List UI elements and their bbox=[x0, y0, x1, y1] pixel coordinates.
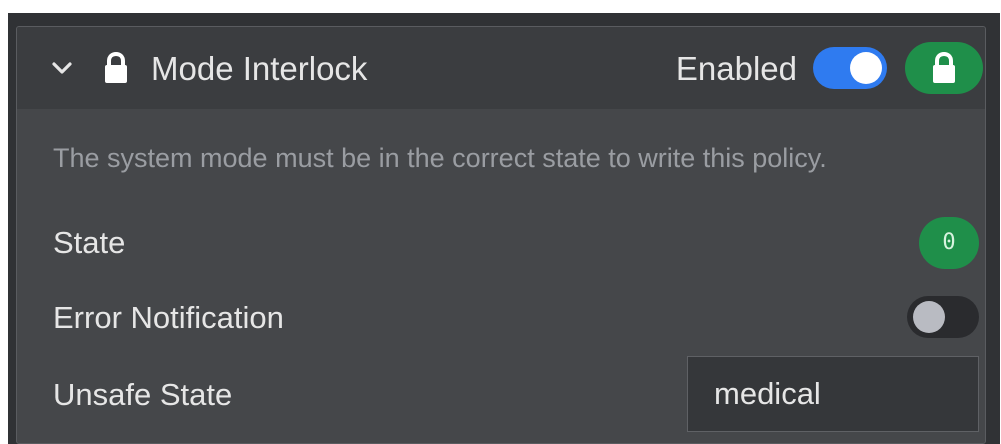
policy-title: Mode Interlock bbox=[151, 50, 368, 87]
toggle-knob bbox=[850, 52, 882, 84]
toggle-knob bbox=[913, 301, 945, 333]
enabled-label: Enabled bbox=[675, 50, 797, 87]
state-value-badge: 0 bbox=[919, 217, 979, 269]
lock-status-button[interactable] bbox=[905, 42, 983, 94]
screen-frame: Mode Interlock Enabled The system mode m… bbox=[8, 13, 1000, 444]
state-label: State bbox=[53, 225, 126, 260]
unsafe-state-label: Unsafe State bbox=[53, 377, 233, 412]
panel-header: Mode Interlock Enabled bbox=[17, 27, 985, 109]
error-notification-toggle[interactable] bbox=[907, 296, 979, 338]
error-notification-label: Error Notification bbox=[53, 300, 284, 335]
mode-interlock-panel: Mode Interlock Enabled The system mode m… bbox=[16, 26, 986, 444]
policy-description: The system mode must be in the correct s… bbox=[53, 143, 827, 173]
lock-icon bbox=[99, 51, 133, 85]
chevron-down-icon[interactable] bbox=[51, 57, 73, 79]
enabled-toggle[interactable] bbox=[813, 47, 887, 89]
unsafe-state-select[interactable]: medical bbox=[687, 356, 979, 432]
lock-icon bbox=[933, 51, 955, 83]
